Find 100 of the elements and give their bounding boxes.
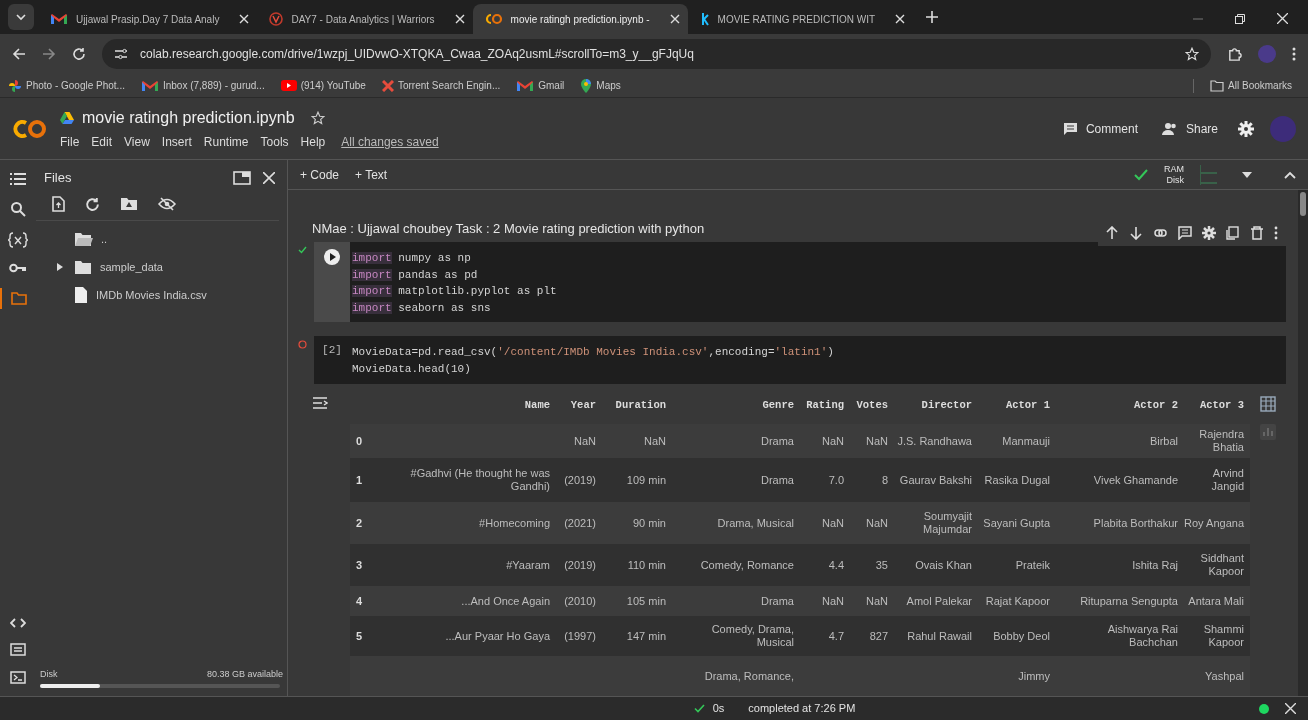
comment-button[interactable]: Comment bbox=[1054, 115, 1146, 142]
close-icon[interactable] bbox=[1277, 13, 1288, 24]
share-button[interactable]: Share bbox=[1153, 115, 1226, 142]
refresh-icon[interactable] bbox=[85, 196, 100, 212]
table-cell: Prateik bbox=[1015, 558, 1050, 571]
column-header: Votes bbox=[855, 398, 889, 414]
bookmark[interactable]: Photo - Google Phot... bbox=[8, 78, 125, 93]
close-icon bbox=[895, 14, 906, 24]
bookmark[interactable]: Maps bbox=[580, 78, 621, 93]
move-up-icon[interactable] bbox=[1106, 226, 1120, 240]
menu-item[interactable]: File bbox=[60, 133, 80, 151]
table-cell: Bobby Deol bbox=[993, 629, 1050, 642]
toc-icon[interactable] bbox=[10, 172, 26, 186]
menu-item[interactable]: Edit bbox=[91, 133, 113, 151]
bookmark[interactable]: Inbox (7,889) - gurud... bbox=[140, 78, 265, 93]
reload-icon[interactable] bbox=[72, 47, 86, 61]
browser-tab[interactable]: DAY7 - Data Analytics | Warriors bbox=[257, 4, 473, 34]
column-header: Actor 1 bbox=[1004, 398, 1051, 414]
add-text-button[interactable]: + Text bbox=[355, 165, 388, 184]
tab-search-button[interactable] bbox=[8, 4, 34, 30]
search-icon[interactable] bbox=[10, 201, 26, 217]
file-tree-item[interactable]: IMDb Movies India.csv bbox=[36, 281, 287, 309]
forward-icon[interactable] bbox=[42, 47, 56, 61]
mail-icon bbox=[140, 78, 159, 93]
table-cell: (2021) bbox=[564, 516, 596, 529]
more-icon[interactable] bbox=[1292, 47, 1296, 61]
table-cell: Siddhant Kapoor bbox=[1200, 552, 1244, 577]
variables-icon[interactable] bbox=[8, 232, 28, 248]
bookmark[interactable]: Torrent Search Engin... bbox=[381, 78, 501, 93]
menu-item[interactable]: Tools bbox=[260, 133, 289, 151]
bookmark-star-icon[interactable] bbox=[1185, 47, 1199, 61]
code-cell[interactable]: [2] MovieData=pd.read_csv('/content/IMDb Movies India.csv',encoding='latin1') MovieData.head(10) bbox=[314, 336, 1286, 384]
hidden-eye-icon[interactable] bbox=[158, 197, 176, 211]
notebook-title[interactable]: movie ratingh prediction.ipynb bbox=[82, 106, 295, 130]
site-settings-icon[interactable] bbox=[114, 48, 128, 60]
link-icon[interactable] bbox=[1154, 226, 1168, 240]
table-cell: 827 bbox=[869, 629, 888, 642]
code-line: import seaborn as sns bbox=[352, 300, 492, 316]
drive-icon bbox=[60, 112, 74, 124]
table-cell: (2019) bbox=[564, 473, 596, 486]
table-cell: Sayani Gupta bbox=[983, 516, 1050, 529]
drive-folder-icon[interactable] bbox=[120, 197, 138, 211]
scrollbar[interactable] bbox=[1298, 190, 1308, 696]
table-cell: Plabita Borthakur bbox=[1093, 516, 1178, 529]
disk-available-text: 80.38 GB available bbox=[206, 667, 283, 681]
map-pin-icon bbox=[580, 78, 593, 93]
address-bar[interactable]: colab.research.google.com/drive/1wzpj_UIDvwO-XTQKA_Cwaa_ZOAq2usmL#scrollTo=m3_y__gFJqUq bbox=[102, 39, 1211, 69]
star-icon[interactable] bbox=[310, 111, 325, 125]
code-cell[interactable]: import numpy as np import pandas as pd import matplotlib.pyplot as plt import seaborn as sns bbox=[314, 242, 1286, 322]
browser-tab[interactable]: movie ratingh prediction.ipynb - bbox=[472, 4, 688, 34]
code-snippets-icon[interactable] bbox=[10, 618, 26, 628]
more-icon[interactable] bbox=[1274, 226, 1278, 240]
menu-item[interactable]: Runtime bbox=[203, 133, 249, 151]
command-palette-icon[interactable] bbox=[10, 643, 26, 656]
play-icon bbox=[280, 79, 297, 92]
back-icon[interactable] bbox=[12, 47, 26, 61]
table-cell: Comedy, Romance bbox=[700, 558, 794, 571]
close-icon bbox=[454, 14, 465, 24]
dropdown-caret-icon[interactable] bbox=[1242, 171, 1252, 178]
table-cell: Rahul Rawail bbox=[907, 629, 972, 642]
comment-icon[interactable] bbox=[1178, 226, 1192, 240]
table-view-icon[interactable] bbox=[1260, 396, 1276, 412]
settings-icon[interactable] bbox=[1202, 226, 1216, 240]
window-icon[interactable] bbox=[233, 171, 251, 185]
row-index: 1 bbox=[356, 473, 363, 486]
menu-item[interactable]: Help bbox=[300, 133, 326, 151]
menu-item[interactable]: View bbox=[124, 133, 150, 151]
table-cell: Manmauji bbox=[1002, 434, 1050, 447]
terminal-icon[interactable] bbox=[10, 671, 26, 684]
save-status-link[interactable]: All changes saved bbox=[341, 133, 439, 151]
file-tree-item[interactable]: sample_data bbox=[36, 253, 287, 281]
menu-item[interactable]: Insert bbox=[161, 133, 192, 151]
table-cell: (1997) bbox=[564, 629, 596, 642]
table-cell: 8 bbox=[881, 473, 888, 486]
extensions-icon[interactable] bbox=[1227, 46, 1242, 62]
close-icon[interactable] bbox=[263, 172, 275, 184]
execution-time: 0s bbox=[712, 701, 725, 717]
delete-icon[interactable] bbox=[1250, 226, 1264, 240]
close-icon[interactable] bbox=[1285, 703, 1296, 714]
close-icon bbox=[669, 14, 680, 24]
table-cell: Drama bbox=[761, 594, 794, 607]
kaggle-icon bbox=[699, 12, 710, 26]
copy-icon[interactable] bbox=[1226, 226, 1240, 240]
add-code-button[interactable]: + Code bbox=[300, 165, 340, 184]
move-down-icon[interactable] bbox=[1130, 226, 1144, 240]
key-icon[interactable] bbox=[9, 263, 27, 273]
new-tab-icon[interactable] bbox=[925, 10, 940, 24]
bookmark[interactable]: (914) YouTube bbox=[280, 78, 366, 93]
collapse-icon[interactable] bbox=[1284, 170, 1296, 179]
table-cell: Drama, Musical bbox=[717, 516, 794, 529]
restore-icon[interactable] bbox=[1235, 13, 1245, 24]
table-cell: 35 bbox=[875, 558, 888, 571]
settings-icon[interactable] bbox=[1238, 120, 1254, 137]
bookmark[interactable]: Gmail bbox=[516, 78, 565, 93]
file-tree-item[interactable]: .. bbox=[36, 225, 287, 253]
browser-tab[interactable]: MOVIE RATING PREDICTION WIT bbox=[687, 4, 914, 34]
upload-file-icon[interactable] bbox=[52, 196, 65, 212]
output-actions-icon[interactable] bbox=[312, 396, 328, 410]
all-bookmarks-button[interactable]: All Bookmarks bbox=[1210, 78, 1292, 93]
browser-tab[interactable]: Ujjawal Prasip.Day 7 Data Analy bbox=[38, 4, 258, 34]
